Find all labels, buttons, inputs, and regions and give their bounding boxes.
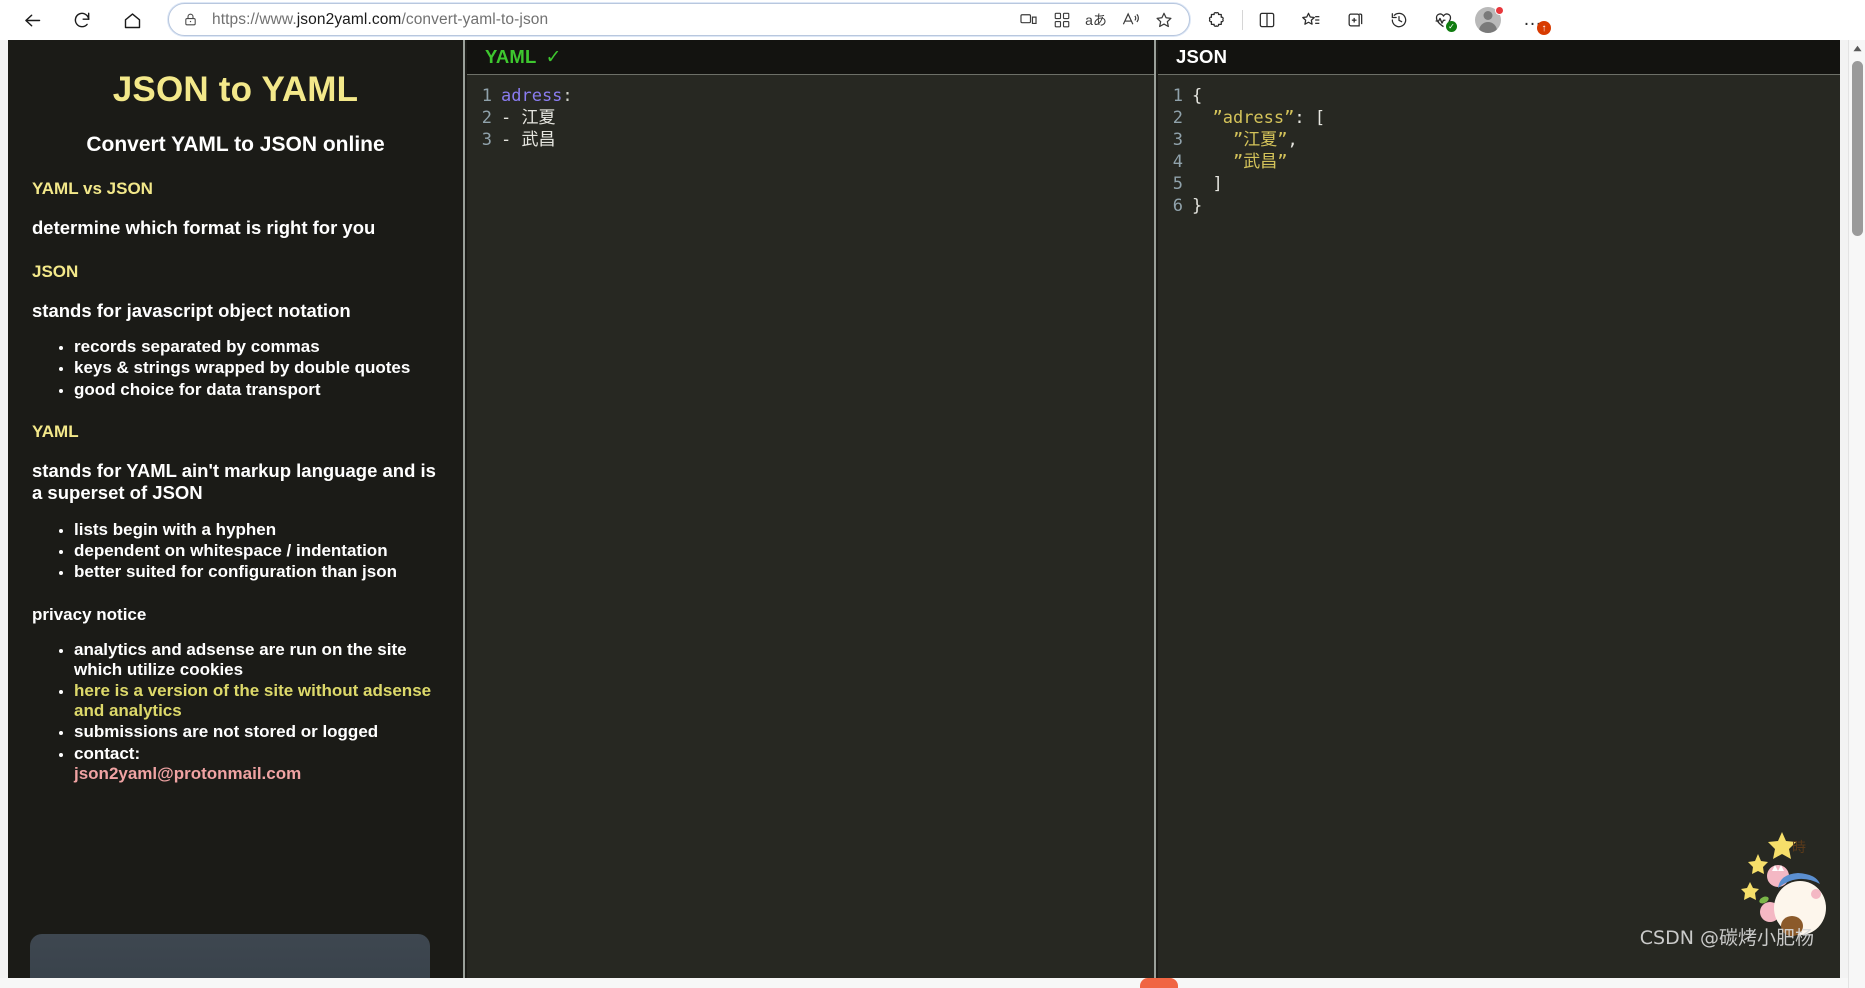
code-line: 3 - 武昌 — [467, 129, 1154, 151]
code-line: 1 adress: — [467, 85, 1154, 107]
sidebar: JSON to YAML Convert YAML to JSON online… — [8, 40, 465, 988]
contact-label: contact: — [74, 743, 141, 763]
scroll-up-arrow-icon[interactable] — [1849, 40, 1865, 57]
section-paragraph-json: stands for javascript object notation — [32, 299, 351, 321]
section-heading-yaml-vs-json: YAML vs JSON — [32, 179, 153, 198]
code-text: ] — [1192, 174, 1223, 194]
list-item: submissions are not stored or logged — [74, 722, 439, 742]
section-paragraph-yaml: stands for YAML ain't markup language an… — [32, 459, 436, 504]
json-bullet-list: records separated by commas keys & strin… — [32, 337, 439, 400]
svg-text:時: 時 — [1792, 840, 1806, 856]
contact-email-link[interactable]: json2yaml@protonmail.com — [74, 764, 301, 783]
code-text: ”江夏”, — [1232, 130, 1298, 150]
code-text: ”adress”: [ — [1212, 108, 1326, 128]
privacy-adfree-link-label: here is a version of the site without ad… — [74, 681, 432, 721]
avatar-notification-badge — [1495, 6, 1504, 15]
yaml-editor-pane[interactable]: YAML ✓ 1 adress: 2 - 江夏 3 - 武昌 — [467, 40, 1156, 988]
browser-actions: ✓ … ↑ — [1196, 0, 1555, 40]
sync-status-badge: ✓ — [1446, 21, 1457, 32]
qr-code-icon[interactable] — [1045, 5, 1079, 35]
code-text: ”武昌” — [1232, 152, 1288, 172]
json-code-area[interactable]: 1{2 ”adress”: [3 ”江夏”, 4 ”武昌” 5 ] 6} — [1158, 75, 1840, 217]
back-arrow-icon[interactable] — [12, 3, 52, 37]
update-badge-icon: ↑ — [1537, 21, 1551, 35]
history-icon[interactable] — [1377, 3, 1421, 37]
yaml-editor-header: YAML ✓ — [467, 40, 1154, 75]
bottom-strip — [0, 978, 1848, 988]
code-text: adress: — [501, 86, 573, 106]
page-subtitle: Convert YAML to JSON online — [86, 133, 385, 156]
section-paragraph-yaml-vs-json: determine which format is right for you — [32, 217, 376, 238]
code-line: 2 ”adress”: [ — [1158, 107, 1840, 129]
watermark-text: CSDN @碳烤小肥杨 — [1639, 927, 1814, 949]
code-text: } — [1192, 196, 1203, 216]
toolbar-divider — [1242, 10, 1243, 30]
list-item: good choice for data transport — [74, 380, 439, 400]
json-editor-title: JSON — [1176, 46, 1228, 67]
list-item: analytics and adsense are run on the sit… — [74, 640, 439, 680]
line-number: 1 — [1172, 86, 1183, 106]
contact-list-item: contact:json2yaml@protonmail.com — [74, 744, 439, 784]
code-line: 4 ”武昌” — [1158, 151, 1840, 173]
collections-favorites-icon[interactable] — [1289, 3, 1333, 37]
list-item: lists begin with a hyphen — [74, 520, 439, 540]
read-aloud-icon[interactable] — [1113, 5, 1147, 35]
yaml-code-area[interactable]: 1 adress: 2 - 江夏 3 - 武昌 — [467, 75, 1154, 151]
line-number: 3 — [1172, 130, 1183, 150]
add-collection-icon[interactable] — [1333, 3, 1377, 37]
code-line: 6} — [1158, 195, 1840, 217]
url-text: https://www.json2yaml.com/convert-yaml-t… — [212, 10, 549, 28]
split-screen-icon[interactable] — [1011, 5, 1045, 35]
code-text: - 武昌 — [501, 130, 556, 150]
line-number: 4 — [1172, 152, 1183, 172]
translate-icon[interactable]: aあ — [1079, 5, 1113, 35]
reload-icon[interactable] — [62, 3, 102, 37]
more-options-button[interactable]: … ↑ — [1511, 3, 1555, 37]
line-number: 6 — [1172, 196, 1183, 216]
list-item: dependent on whitespace / indentation — [74, 541, 439, 561]
code-line: 5 ] — [1158, 173, 1840, 195]
code-text: - 江夏 — [501, 108, 556, 128]
page-content: JSON to YAML Convert YAML to JSON online… — [8, 40, 1840, 988]
yaml-bullet-list: lists begin with a hyphen dependent on w… — [32, 520, 439, 583]
page-viewport: JSON to YAML Convert YAML to JSON online… — [0, 40, 1865, 988]
address-bar[interactable]: https://www.json2yaml.com/convert-yaml-t… — [168, 3, 1190, 36]
vertical-scrollbar-thumb[interactable] — [1852, 61, 1863, 236]
address-bar-icons: aあ — [1011, 5, 1181, 35]
home-icon[interactable] — [112, 3, 152, 37]
privacy-bullet-list: analytics and adsense are run on the sit… — [32, 640, 439, 785]
yaml-editor-title: YAML — [485, 46, 537, 67]
list-item: better suited for configuration than jso… — [74, 562, 439, 582]
section-heading-privacy-notice: privacy notice — [32, 604, 147, 624]
code-line: 3 ”江夏”, — [1158, 129, 1840, 151]
code-text: { — [1192, 86, 1203, 106]
json-editor-header: JSON — [1158, 40, 1840, 75]
vertical-scrollbar[interactable] — [1848, 40, 1865, 988]
line-number: 5 — [1172, 174, 1183, 194]
section-heading-json: JSON — [32, 261, 79, 281]
line-number: 1 — [481, 86, 492, 106]
lock-icon — [183, 11, 198, 28]
page-title: JSON to YAML — [112, 70, 359, 109]
section-heading-yaml: YAML — [32, 421, 79, 441]
code-line: 2 - 江夏 — [467, 107, 1154, 129]
avatar[interactable] — [1465, 3, 1511, 37]
list-item: keys & strings wrapped by double quotes — [74, 358, 439, 378]
line-number: 2 — [481, 108, 492, 128]
favorite-star-icon[interactable] — [1147, 5, 1181, 35]
browser-essentials-icon[interactable]: ✓ — [1421, 3, 1465, 37]
split-screen-pane-icon[interactable] — [1245, 3, 1289, 37]
floating-orange-indicator[interactable] — [1140, 978, 1178, 988]
privacy-adfree-link[interactable]: here is a version of the site without ad… — [74, 681, 439, 721]
browser-toolbar: https://www.json2yaml.com/convert-yaml-t… — [0, 0, 1865, 40]
line-number: 3 — [481, 130, 492, 150]
extensions-icon[interactable] — [1196, 3, 1240, 37]
line-number: 2 — [1172, 108, 1183, 128]
valid-check-icon: ✓ — [545, 46, 562, 68]
code-line: 1{ — [1158, 85, 1840, 107]
list-item: records separated by commas — [74, 337, 439, 357]
